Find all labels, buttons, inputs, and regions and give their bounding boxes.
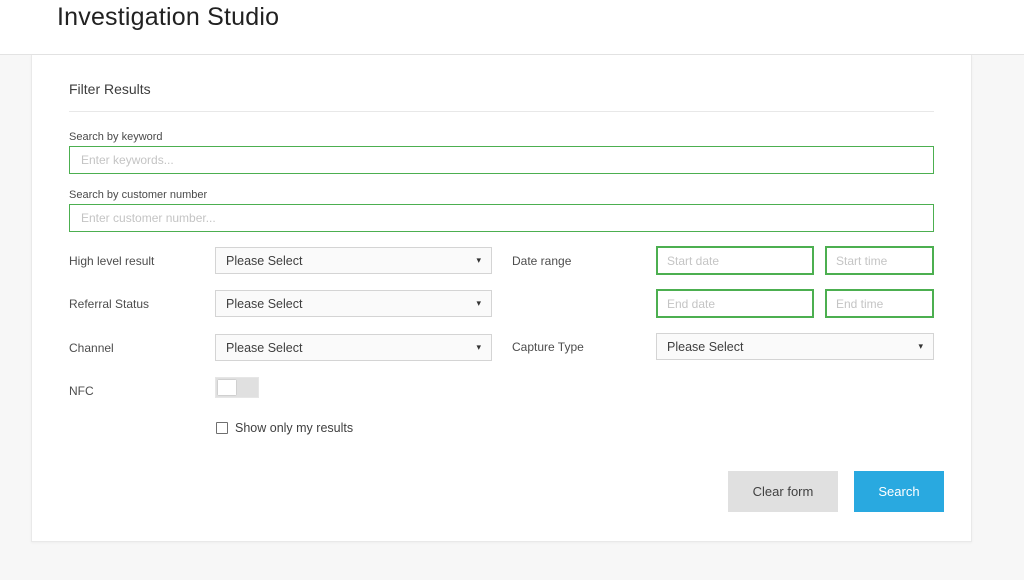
- date-range-label: Date range: [512, 254, 572, 268]
- start-date-input[interactable]: [656, 246, 814, 275]
- keyword-input[interactable]: [69, 146, 934, 174]
- capture-type-value: Please Select: [667, 339, 744, 354]
- panel-divider: [69, 111, 934, 112]
- panel-title: Filter Results: [69, 81, 151, 97]
- customer-number-input[interactable]: [69, 204, 934, 232]
- channel-select[interactable]: Please Select ▾: [215, 334, 492, 361]
- end-date-input[interactable]: [656, 289, 814, 318]
- nfc-label: NFC: [69, 384, 94, 398]
- channel-value: Please Select: [226, 340, 303, 355]
- high-level-result-label: High level result: [69, 254, 155, 268]
- referral-status-select[interactable]: Please Select ▾: [215, 290, 492, 317]
- channel-label: Channel: [69, 341, 114, 355]
- high-level-result-select[interactable]: Please Select ▾: [215, 247, 492, 274]
- show-only-my-results-label[interactable]: Show only my results: [235, 421, 353, 435]
- customer-number-label: Search by customer number: [69, 189, 208, 201]
- caret-down-icon: ▾: [476, 342, 481, 352]
- start-time-input[interactable]: [825, 246, 934, 275]
- capture-type-select[interactable]: Please Select ▾: [656, 333, 934, 360]
- show-only-my-results-checkbox[interactable]: [216, 422, 228, 434]
- keyword-label: Search by keyword: [69, 131, 163, 143]
- app-header: Investigation Studio: [0, 0, 1024, 55]
- high-level-result-value: Please Select: [226, 253, 303, 268]
- end-time-input[interactable]: [825, 289, 934, 318]
- filter-results-panel: Filter Results Search by keyword Search …: [31, 55, 972, 542]
- capture-type-label: Capture Type: [512, 340, 584, 354]
- caret-down-icon: ▾: [476, 255, 481, 265]
- nfc-toggle-knob: [218, 380, 236, 395]
- nfc-toggle[interactable]: [215, 377, 259, 398]
- referral-status-label: Referral Status: [69, 297, 150, 311]
- page-title: Investigation Studio: [57, 3, 280, 31]
- search-button[interactable]: Search: [854, 471, 944, 512]
- caret-down-icon: ▾: [476, 298, 481, 308]
- referral-status-value: Please Select: [226, 296, 303, 311]
- clear-form-button[interactable]: Clear form: [728, 471, 838, 512]
- caret-down-icon: ▾: [918, 341, 923, 351]
